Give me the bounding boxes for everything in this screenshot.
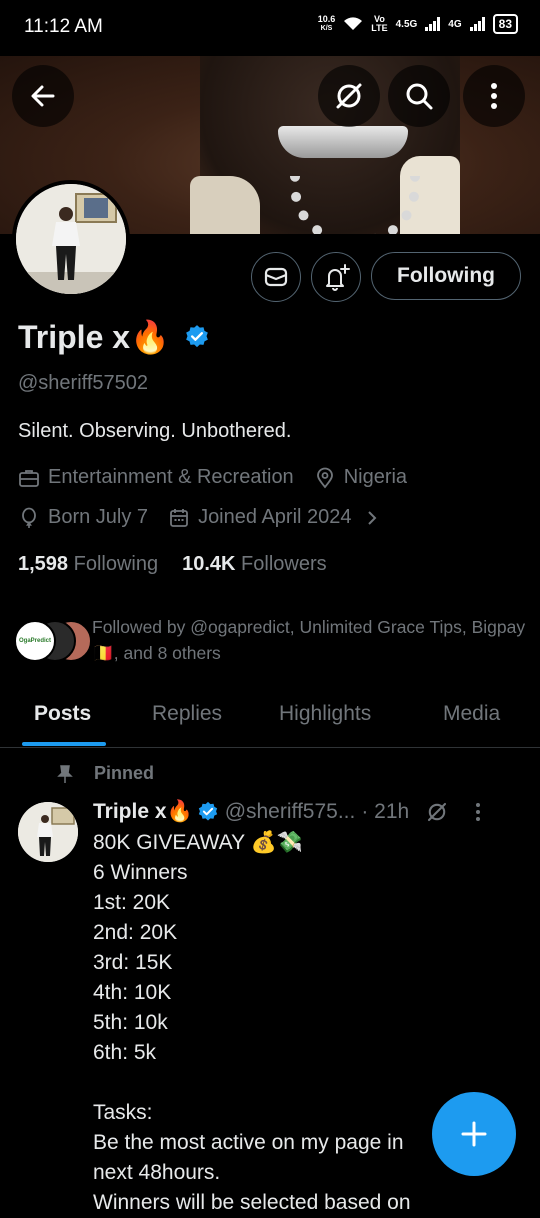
following-label: Following bbox=[73, 553, 159, 575]
network-speed: 10.6 K/S bbox=[318, 15, 336, 33]
follower-logo-text: OgaPredict bbox=[18, 638, 51, 644]
volte-bottom: LTE bbox=[371, 23, 388, 33]
profile-location: Nigeria bbox=[343, 466, 408, 488]
banner-shirt-left bbox=[190, 176, 260, 234]
post-author-handle: @sheriff575... bbox=[224, 800, 356, 823]
search-button[interactable] bbox=[388, 65, 450, 127]
profile-tabs: Posts Replies Highlights Media bbox=[0, 692, 540, 748]
profile-birthday: Born July 7 bbox=[48, 506, 149, 528]
more-options-button[interactable] bbox=[463, 65, 525, 127]
followed-by-text: Followed by @ogapredict, Unlimited Grace… bbox=[92, 617, 526, 663]
status-bar: 11:12 AM 10.6 K/S Vo LTE 4.5G 4G 83 bbox=[0, 0, 540, 56]
banner-sunglasses bbox=[278, 126, 408, 158]
pinned-label: Pinned bbox=[94, 763, 155, 783]
battery-icon: 83 bbox=[492, 14, 518, 34]
tab-replies[interactable]: Replies bbox=[152, 702, 222, 726]
back-arrow-icon bbox=[31, 85, 55, 107]
grok-button[interactable] bbox=[318, 65, 380, 127]
follow-counts: 1,598 Following 10.4K Followers bbox=[18, 553, 327, 576]
active-tab-indicator bbox=[22, 742, 106, 746]
plus-icon bbox=[461, 1121, 487, 1147]
verified-badge-icon[interactable] bbox=[184, 324, 210, 350]
back-button[interactable] bbox=[12, 65, 74, 127]
calendar-icon bbox=[170, 508, 188, 527]
pinned-label-row: Pinned bbox=[56, 763, 154, 784]
tab-highlights[interactable]: Highlights bbox=[279, 702, 371, 726]
profile-name-row: Triple x🔥 bbox=[18, 318, 210, 356]
tab-media[interactable]: Media bbox=[443, 702, 500, 726]
grok-icon bbox=[336, 83, 362, 109]
post-time: · 21h bbox=[361, 800, 410, 823]
location-pin-icon bbox=[316, 467, 333, 488]
post-header: Triple x🔥 @sheriff575... · 21h bbox=[93, 800, 481, 824]
network-type-2: 4G bbox=[448, 18, 462, 30]
followers-count-link[interactable]: 10.4K Followers bbox=[182, 553, 327, 576]
following-count: 1,598 bbox=[18, 553, 69, 575]
profile-meta-row-2: Born July 7 Joined April 2024 bbox=[18, 506, 386, 529]
speed-value: 10.6 bbox=[317, 14, 336, 24]
post-verified-badge-icon bbox=[198, 801, 217, 821]
following-button[interactable]: Following bbox=[371, 252, 521, 300]
briefcase-icon bbox=[19, 469, 39, 487]
profile-name: Triple x🔥 bbox=[18, 319, 170, 355]
profile-handle: @sheriff57502 bbox=[18, 372, 149, 394]
post-avatar-image bbox=[18, 802, 78, 862]
follower-avatar-1: OgaPredict bbox=[14, 620, 56, 662]
followers-count: 10.4K bbox=[182, 553, 236, 575]
signal-icon-2 bbox=[469, 17, 485, 31]
pin-icon bbox=[57, 764, 73, 783]
banner-chain bbox=[290, 176, 420, 234]
profile-meta-row-1: Entertainment & Recreation Nigeria bbox=[18, 466, 407, 489]
network-type-1: 4.5G bbox=[395, 18, 418, 30]
search-icon bbox=[406, 83, 433, 110]
notification-bell-plus-icon bbox=[326, 264, 350, 291]
chevron-right-icon[interactable] bbox=[366, 509, 378, 527]
volte-indicator: Vo LTE bbox=[371, 15, 387, 33]
post-grok-icon[interactable] bbox=[425, 800, 449, 824]
post-author-name[interactable]: Triple x🔥 bbox=[93, 800, 193, 824]
following-count-link[interactable]: 1,598 Following bbox=[18, 553, 158, 576]
status-time: 11:12 AM bbox=[24, 16, 103, 37]
more-vertical-icon bbox=[491, 83, 497, 109]
profile-avatar[interactable] bbox=[12, 180, 130, 298]
balloon-icon bbox=[22, 507, 36, 528]
profile-bio: Silent. Observing. Unbothered. bbox=[18, 420, 292, 442]
profile-category: Entertainment & Recreation bbox=[48, 466, 294, 488]
post-more-icon[interactable] bbox=[475, 802, 481, 822]
mail-icon bbox=[264, 267, 288, 287]
followers-label: Followers bbox=[241, 553, 327, 575]
signal-icon-1 bbox=[425, 17, 441, 31]
tab-posts[interactable]: Posts bbox=[34, 702, 91, 726]
wifi-icon bbox=[344, 17, 363, 30]
speed-unit: K/S bbox=[320, 25, 333, 32]
message-button[interactable] bbox=[251, 252, 301, 302]
compose-post-button[interactable] bbox=[432, 1092, 516, 1176]
notifications-button[interactable] bbox=[311, 252, 361, 302]
avatar-image bbox=[16, 184, 126, 294]
status-icons: 10.6 K/S Vo LTE 4.5G 4G 83 bbox=[318, 14, 518, 34]
post-author-avatar[interactable] bbox=[18, 802, 78, 862]
profile-joined: Joined April 2024 bbox=[198, 506, 352, 528]
